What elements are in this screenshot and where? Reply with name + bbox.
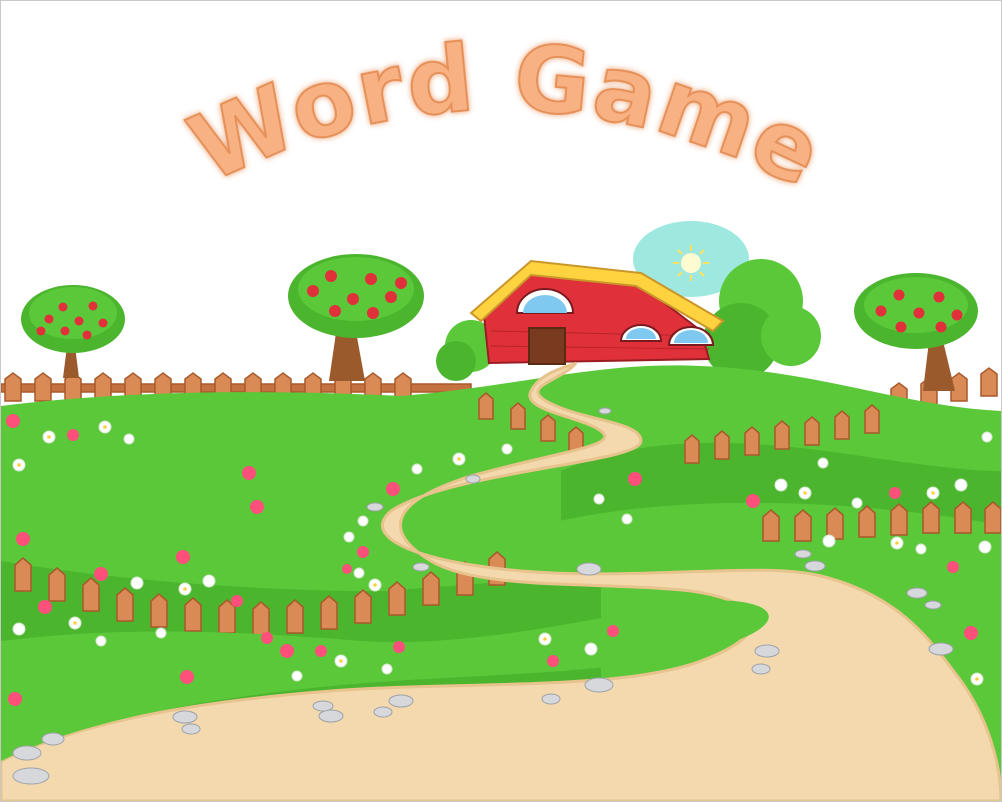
game-window: Word Game xyxy=(0,0,1002,802)
landscape-scene xyxy=(1,221,1001,801)
apple-tree-icon xyxy=(288,254,424,381)
apple-tree-icon xyxy=(21,285,125,378)
